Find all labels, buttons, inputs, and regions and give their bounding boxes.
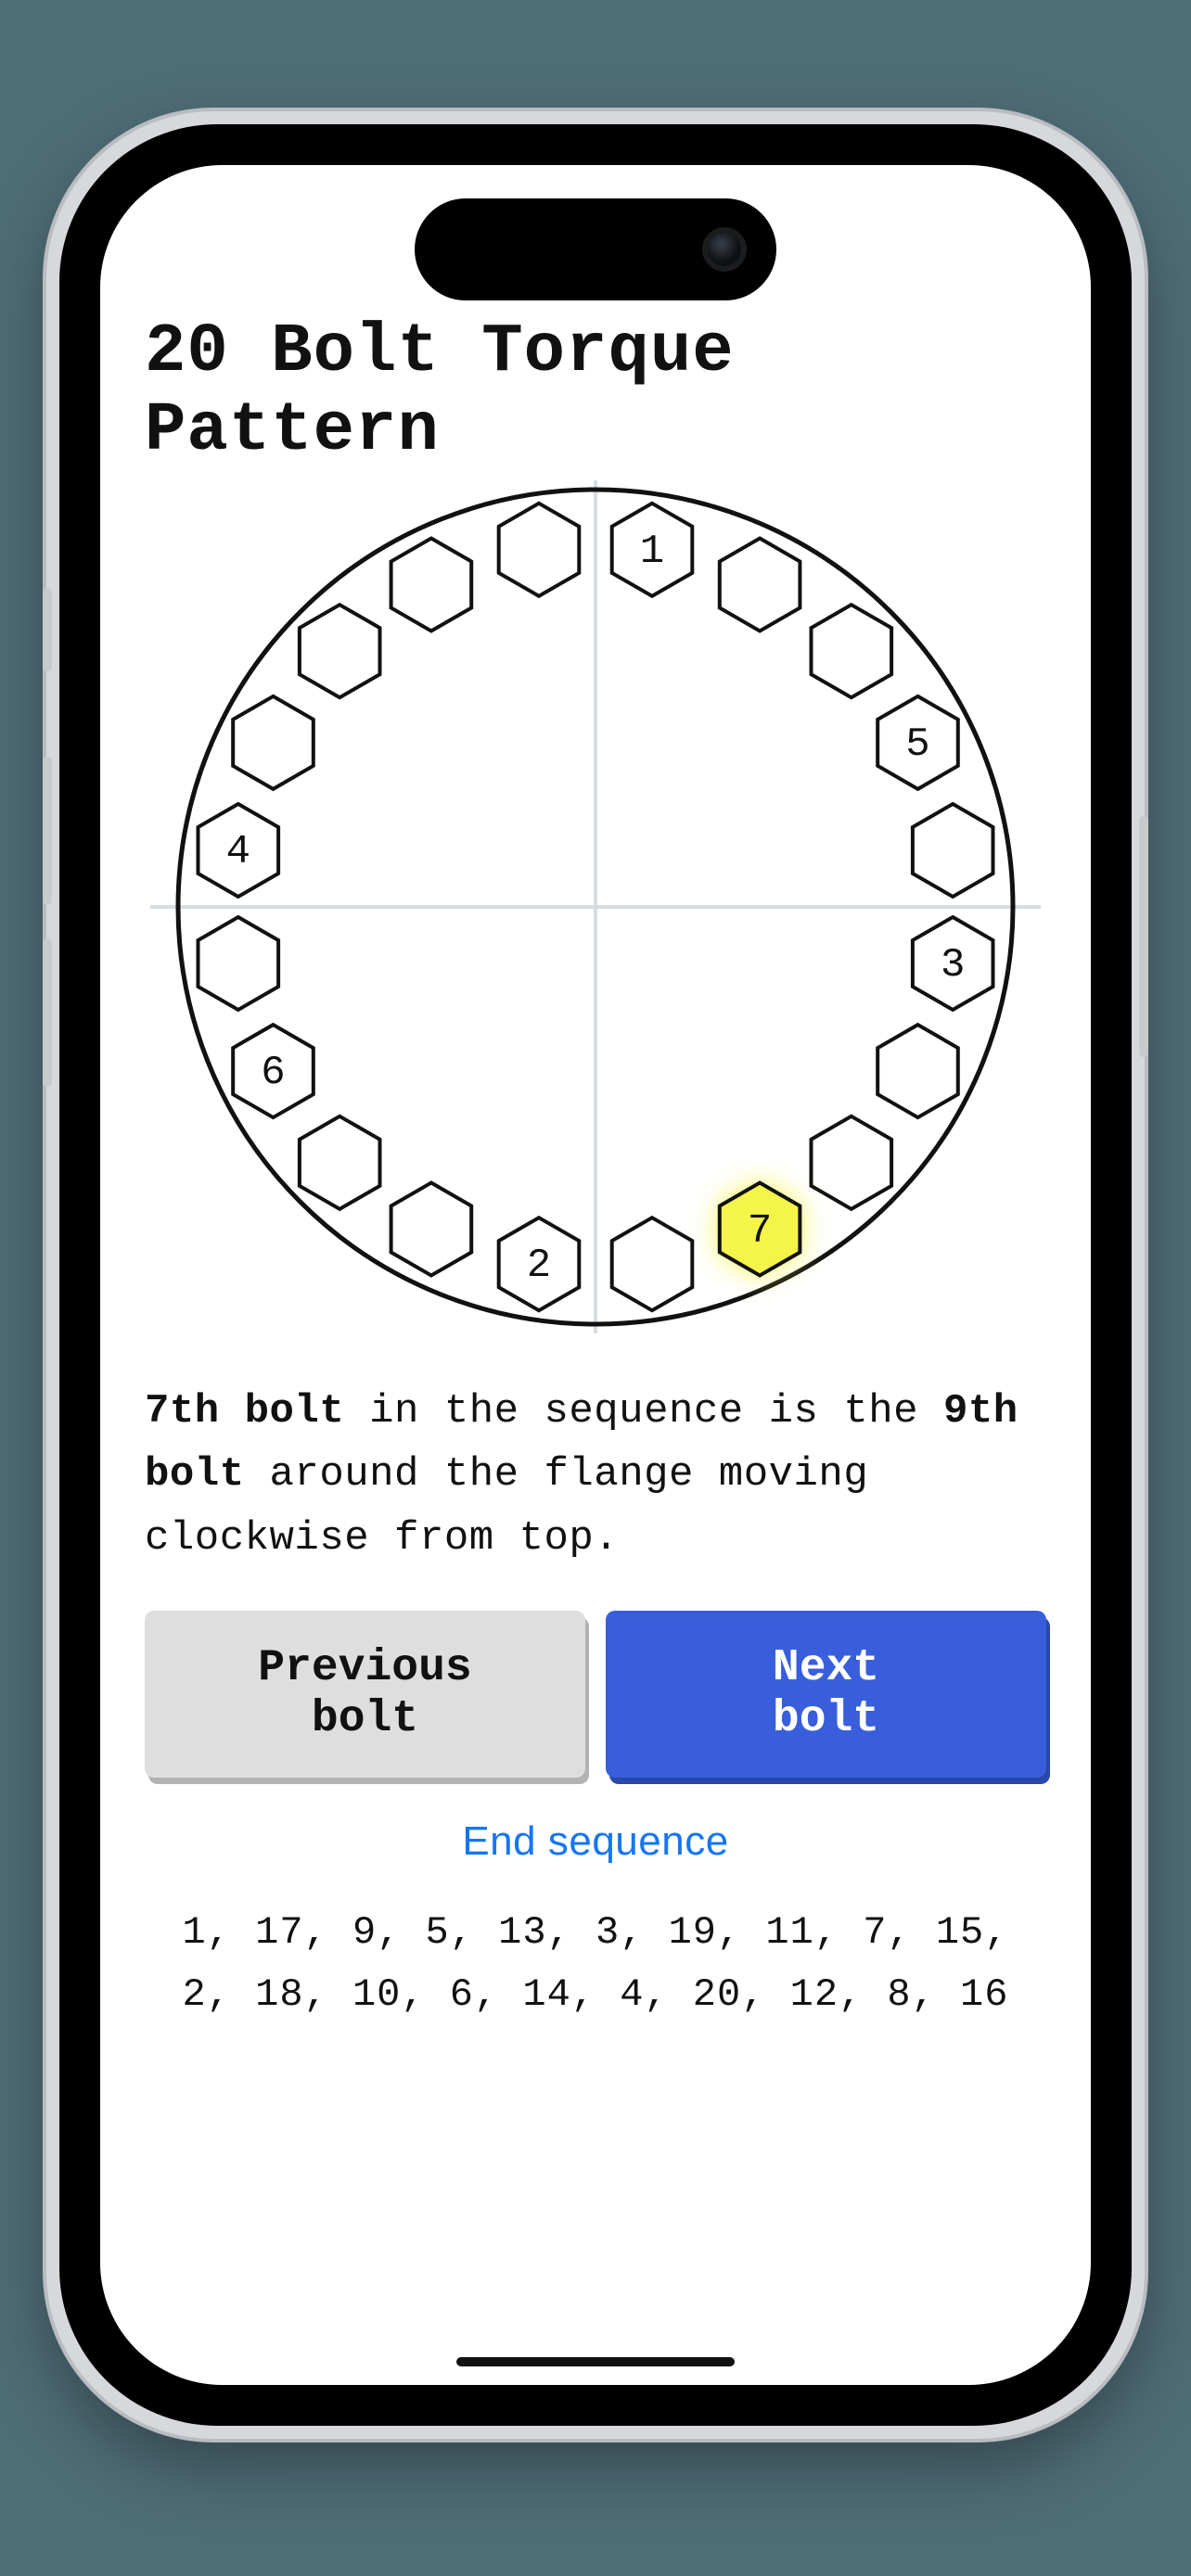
app-content: 20 Bolt Torque Pattern 1 5 3 7 2 6 4 7th bolt … bbox=[100, 165, 1091, 2385]
phone-bezel: 20 Bolt Torque Pattern 1 5 3 7 2 6 4 7th bolt … bbox=[59, 124, 1132, 2426]
bolt-step-label-4: 5 bbox=[905, 721, 929, 768]
side-button-silence bbox=[43, 588, 52, 671]
flange-svg: 1 5 3 7 2 6 4 bbox=[145, 480, 1046, 1333]
flange-diagram: 1 5 3 7 2 6 4 bbox=[145, 480, 1046, 1333]
bolt-hex-10[interactable] bbox=[612, 1218, 693, 1310]
side-button-volume-down bbox=[43, 938, 52, 1087]
bolt-step-label-14: 6 bbox=[261, 1050, 285, 1096]
bolt-hex-12[interactable] bbox=[391, 1183, 472, 1276]
next-bolt-label: Next bolt bbox=[773, 1643, 879, 1745]
previous-bolt-label: Previous bolt bbox=[258, 1643, 471, 1745]
next-bolt-button[interactable]: Next bolt bbox=[606, 1611, 1046, 1778]
bolt-hex-5[interactable] bbox=[913, 804, 993, 897]
side-button-power bbox=[1139, 816, 1148, 1057]
bolt-hex-19[interactable] bbox=[391, 539, 472, 631]
previous-bolt-button[interactable]: Previous bolt bbox=[145, 1611, 585, 1778]
bolt-step-label-9: 7 bbox=[748, 1208, 772, 1255]
desc-seq-tail: in the sequence is the bbox=[344, 1388, 943, 1435]
sequence-list: 1, 17, 9, 5, 13, 3, 19, 11, 7, 15, 2, 18… bbox=[145, 1902, 1046, 2026]
button-row: Previous bolt Next bolt bbox=[145, 1611, 1046, 1778]
bolt-step-label-1: 1 bbox=[640, 529, 664, 575]
page-title: 20 Bolt Torque Pattern bbox=[145, 313, 1046, 471]
desc-pos-tail: around the flange moving clockwise from … bbox=[145, 1451, 868, 1561]
side-button-volume-up bbox=[43, 757, 52, 905]
bolt-step-label-11: 2 bbox=[527, 1243, 551, 1289]
bolt-step-label-6: 3 bbox=[941, 942, 965, 988]
end-sequence-link[interactable]: End sequence bbox=[145, 1818, 1046, 1865]
bolt-hex-20[interactable] bbox=[499, 504, 580, 596]
bolt-hex-7[interactable] bbox=[877, 1025, 958, 1117]
bolt-hex-18[interactable] bbox=[300, 605, 380, 697]
desc-seq-bold: 7th bolt bbox=[145, 1388, 344, 1435]
bolt-hex-13[interactable] bbox=[300, 1116, 380, 1209]
bolt-step-label-16: 4 bbox=[226, 829, 250, 875]
home-indicator bbox=[456, 2357, 735, 2366]
bolt-hex-15[interactable] bbox=[198, 917, 279, 1010]
step-description: 7th bolt in the sequence is the 9th bolt… bbox=[145, 1380, 1046, 1570]
phone-screen: 20 Bolt Torque Pattern 1 5 3 7 2 6 4 7th bolt … bbox=[100, 165, 1091, 2385]
phone-frame: 20 Bolt Torque Pattern 1 5 3 7 2 6 4 7th bolt … bbox=[46, 111, 1145, 2439]
bolt-hex-17[interactable] bbox=[233, 696, 314, 789]
bolt-hex-8[interactable] bbox=[812, 1116, 892, 1209]
bolt-hex-3[interactable] bbox=[812, 605, 892, 697]
bolt-hex-2[interactable] bbox=[720, 539, 800, 631]
